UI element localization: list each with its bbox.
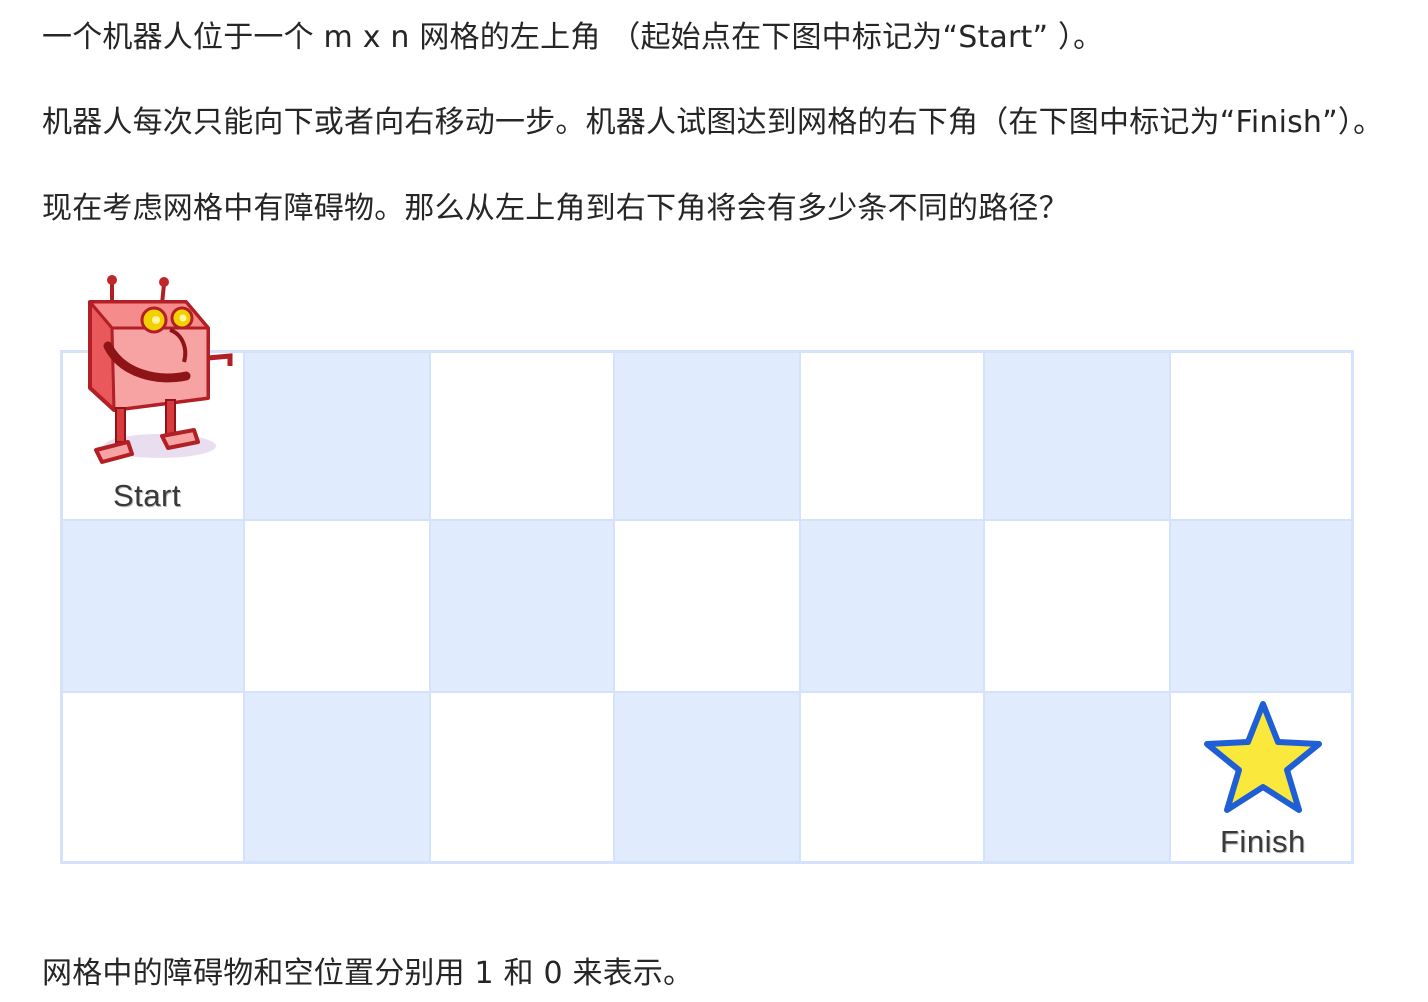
grid-cell-r0-c1 bbox=[244, 352, 430, 520]
grid-cell-r0-c2 bbox=[430, 352, 614, 520]
grid-cell-r1-c2 bbox=[430, 520, 614, 692]
grid-cell-r0-c6 bbox=[1170, 352, 1352, 520]
grid-cell-r0-c3 bbox=[614, 352, 800, 520]
star-icon bbox=[1204, 701, 1322, 813]
intro-paragraph: 一个机器人位于一个 m x n 网格的左上角 （起始点在下图中标记为“Start… bbox=[42, 20, 1104, 55]
encoding-paragraph: 网格中的障碍物和空位置分别用 1 和 0 来表示。 bbox=[42, 956, 694, 991]
grid-cell-r1-c1 bbox=[244, 520, 430, 692]
grid-cell-r1-c4 bbox=[800, 520, 984, 692]
grid-cell-r2-c1 bbox=[244, 692, 430, 862]
start-label: Start bbox=[113, 478, 181, 513]
question-paragraph: 现在考虑网格中有障碍物。那么从左上角到右下角将会有多少条不同的路径？ bbox=[42, 191, 1069, 226]
movement-paragraph: 机器人每次只能向下或者向右移动一步。机器人试图达到网格的右下角（在下图中标记为“… bbox=[42, 105, 1384, 140]
grid-cell-r1-c0 bbox=[62, 520, 244, 692]
robot-grid bbox=[60, 350, 1354, 864]
grid-cell-r2-c3 bbox=[614, 692, 800, 862]
grid-cell-r0-c5 bbox=[984, 352, 1170, 520]
grid-cell-r1-c6 bbox=[1170, 520, 1352, 692]
grid-cell-r0-c4 bbox=[800, 352, 984, 520]
finish-label: Finish bbox=[1220, 824, 1306, 859]
grid-cell-r2-c0 bbox=[62, 692, 244, 862]
grid-cell-r2-c4 bbox=[800, 692, 984, 862]
grid-cell-r2-c2 bbox=[430, 692, 614, 862]
grid-cell-r1-c5 bbox=[984, 520, 1170, 692]
grid-cell-r2-c5 bbox=[984, 692, 1170, 862]
grid-cell-r1-c3 bbox=[614, 520, 800, 692]
robot-icon bbox=[88, 275, 233, 464]
